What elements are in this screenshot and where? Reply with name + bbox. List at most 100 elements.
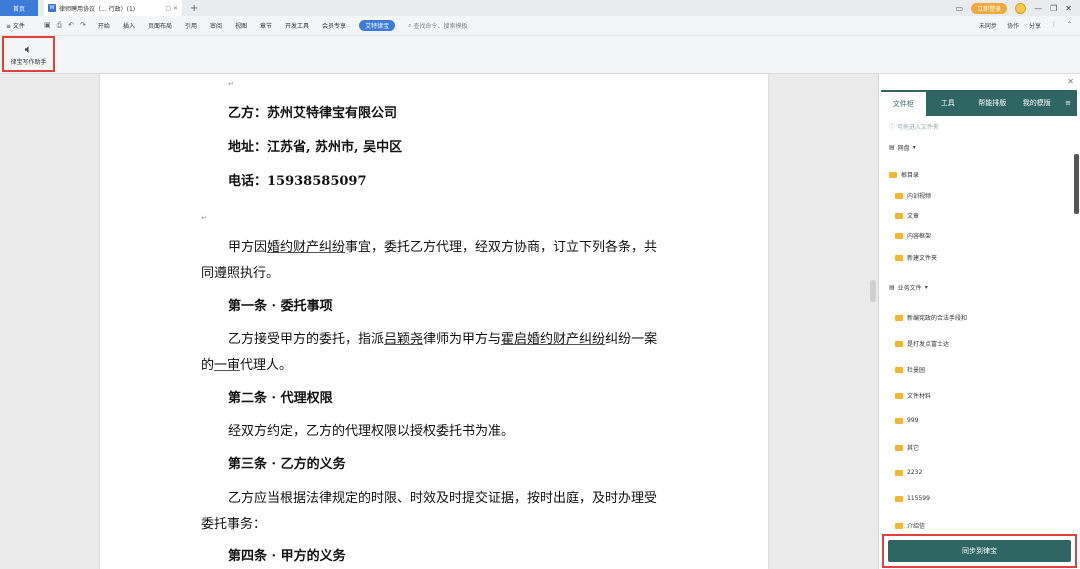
collapse-ribbon-icon[interactable]: ⌃ [1067, 21, 1072, 30]
sync-highlight: 同步到律宝 [882, 534, 1077, 568]
menu-bar-right: 未同步 协作 分享 ⋮ ⌃ [979, 21, 1080, 30]
sync-to-lvbao-button[interactable]: 同步到律宝 [888, 540, 1071, 562]
document-page[interactable]: ↵ 乙方：苏州艾特律宝有限公司 地址：江苏省, 苏州市, 吴中区 电话：1593… [100, 74, 768, 569]
document-icon: W [48, 4, 56, 12]
undo-icon[interactable]: ↶ [68, 21, 74, 30]
share-button[interactable]: 分享 [1029, 21, 1041, 30]
save-icon[interactable]: ▣ [44, 21, 51, 30]
print-icon[interactable]: ⎙ [57, 21, 63, 30]
folder-item[interactable]: 杜曼园 [895, 365, 925, 374]
folder-icon [895, 522, 903, 529]
close-panel-icon[interactable]: ✕ [1067, 77, 1074, 86]
folder-item[interactable]: 介绍信 [895, 521, 925, 530]
panel-tabs: 文件柜 工具 帮能排版 我的模版 ≡ [881, 90, 1077, 116]
folder-item[interactable]: 文件材料 [895, 391, 931, 400]
folder-item[interactable]: 115599 [895, 495, 930, 502]
article-1-line-2: 的一审代理人。 [201, 358, 292, 374]
tab-document-title: 律师聘用协议（... 行政）(1) [59, 5, 136, 13]
netdisk-section[interactable]: ▤ 网盘 ▾ [889, 143, 916, 152]
menu-bar: ≡ 文件 ▣ ⎙ ↶ ↷ 开始 插入 页面布局 引用 审阅 视图 章节 开发工具… [0, 16, 1080, 36]
menu-file[interactable]: ≡ 文件 [6, 21, 25, 30]
redo-icon[interactable]: ↷ [80, 21, 86, 30]
restore-button[interactable]: ❐ [1050, 4, 1057, 13]
folder-item[interactable]: 新编宪政的合法手段和 [895, 313, 967, 322]
folder-icon [895, 444, 903, 451]
folder-label: 内训视频 [907, 193, 932, 200]
menu-item-aite-lvbao[interactable]: 艾特律宝 [359, 20, 396, 31]
article-2-line-1: 经双方约定，乙方的代理权限以授权委托书为准。 [228, 424, 515, 439]
command-search[interactable]: ⌕ 查找命令、搜索模板 [408, 21, 468, 31]
folder-item[interactable]: 文章 [895, 211, 919, 220]
menu-item-8[interactable]: 会员专享 [322, 21, 346, 30]
tab-tools[interactable]: 工具 [926, 90, 971, 116]
chevron-down-icon: ▾ [912, 144, 916, 151]
intro-text: 事宜，委托乙方代理，经双方协商，订立下列各条，共 [345, 240, 658, 255]
folder-root[interactable]: 根目录 [889, 170, 919, 179]
lawyer-name-field: 吕颖尧 [384, 332, 424, 347]
folder-icon [895, 495, 903, 502]
login-button[interactable]: 立即登录 [971, 2, 1008, 14]
ribbon: 🔈︎ 律宝写作助手 [0, 36, 1080, 74]
intro-text: 甲方因 [228, 240, 268, 255]
title-bar: 首页 W 律师聘用协议（... 行政）(1) ▢ ✕ + ▭ 立即登录 — ❐ … [0, 0, 1080, 16]
folder-item[interactable]: 2232 [895, 469, 922, 476]
menu-item-2[interactable]: 页面布局 [148, 21, 172, 30]
article-3-title: 第三条 · 乙方的义务 [228, 457, 346, 472]
avatar[interactable] [1015, 2, 1027, 14]
menu-item-3[interactable]: 引用 [185, 21, 197, 30]
more-icon[interactable]: ⋮ [1051, 21, 1057, 30]
business-files-label: 业务文件 [897, 285, 922, 292]
menu-item-4[interactable]: 审阅 [210, 21, 222, 30]
article-3-line-1: 乙方应当根据法律规定的时限、时效及时提交证据，按时出庭，及时办理受 [228, 491, 658, 506]
folder-item[interactable]: 内容框架 [895, 231, 931, 240]
tab-my-templates[interactable]: 我的模版 [1015, 90, 1060, 116]
folder-item[interactable]: 内训视频 [895, 191, 931, 200]
tab-file-cabinet[interactable]: 文件柜 [881, 90, 926, 116]
command-search-text: 查找命令、搜索模板 [413, 23, 468, 30]
panel-scrollbar[interactable] [1074, 154, 1079, 214]
folder-item[interactable]: 999 [895, 417, 918, 424]
article-text: 的 [201, 358, 215, 373]
article-1-line-1: 乙方接受甲方的委托，指派吕颖尧律师为甲方与霍启婚约财产纠纷纠纷一案 [228, 332, 657, 348]
layout-icon[interactable]: ▭ [956, 4, 964, 13]
article-4-title: 第四条 · 甲方的义务 [228, 549, 346, 564]
business-files-section[interactable]: ▤ 业务文件 ▾ [889, 283, 928, 292]
folder-item[interactable]: 是打发点富士达 [895, 339, 949, 348]
close-window-button[interactable]: ✕ [1065, 4, 1072, 13]
folder-label: 介绍信 [907, 523, 926, 530]
sync-status[interactable]: 未同步 [979, 21, 997, 30]
speaker-icon: 🔈︎ [24, 41, 33, 56]
tab-smart-layout[interactable]: 帮能排版 [970, 90, 1015, 116]
folder-label: 文章 [907, 213, 920, 220]
folder-item[interactable]: 其它 [895, 443, 919, 452]
lvbao-side-panel: ✕ 文件柜 工具 帮能排版 我的模版 ≡ ⓘ 可拖进入文件夹 ▤ 网盘 ▾ 根目… [878, 74, 1080, 569]
folder-icon [895, 366, 903, 373]
article-text: 乙方接受甲方的委托，指派 [228, 332, 385, 347]
intro-line-2: 同遵照执行。 [201, 266, 280, 281]
document-scrollbar[interactable] [870, 280, 876, 302]
menu-item-1[interactable]: 插入 [123, 21, 135, 30]
menu-item-0[interactable]: 开始 [98, 21, 110, 30]
writing-assistant-button[interactable]: 🔈︎ 律宝写作助手 [2, 36, 55, 72]
menu-item-7[interactable]: 开发工具 [285, 21, 309, 30]
panel-menu-icon[interactable]: ≡ [1059, 90, 1077, 116]
folder-icon [895, 192, 903, 199]
folder-label: 根目录 [901, 172, 920, 179]
folder-item[interactable]: 新建文件夹 [895, 253, 937, 262]
tab-document[interactable]: W 律师聘用协议（... 行政）(1) ▢ ✕ [44, 0, 182, 16]
party-b-line: 乙方：苏州艾特律宝有限公司 [228, 106, 398, 121]
new-tab-button[interactable]: + [190, 3, 198, 14]
folder-icon [895, 340, 903, 347]
article-1-title: 第一条 · 委托事项 [228, 299, 333, 314]
article-text: 纠纷一案 [605, 332, 658, 347]
folder-label: 115599 [907, 495, 930, 502]
collaborate-button[interactable]: 协作 [1007, 21, 1019, 30]
minimize-button[interactable]: — [1034, 4, 1042, 13]
menu-item-5[interactable]: 视图 [235, 21, 247, 30]
menu-item-6[interactable]: 章节 [260, 21, 272, 30]
document-workspace: ↵ 乙方：苏州艾特律宝有限公司 地址：江苏省, 苏州市, 吴中区 电话：1593… [0, 74, 878, 569]
tab-home[interactable]: 首页 [0, 0, 38, 16]
writing-assistant-label: 律宝写作助手 [10, 58, 47, 66]
close-tab-icon[interactable]: ▢ ✕ [165, 5, 178, 12]
title-bar-right: ▭ 立即登录 — ❐ ✕ [956, 2, 1080, 14]
